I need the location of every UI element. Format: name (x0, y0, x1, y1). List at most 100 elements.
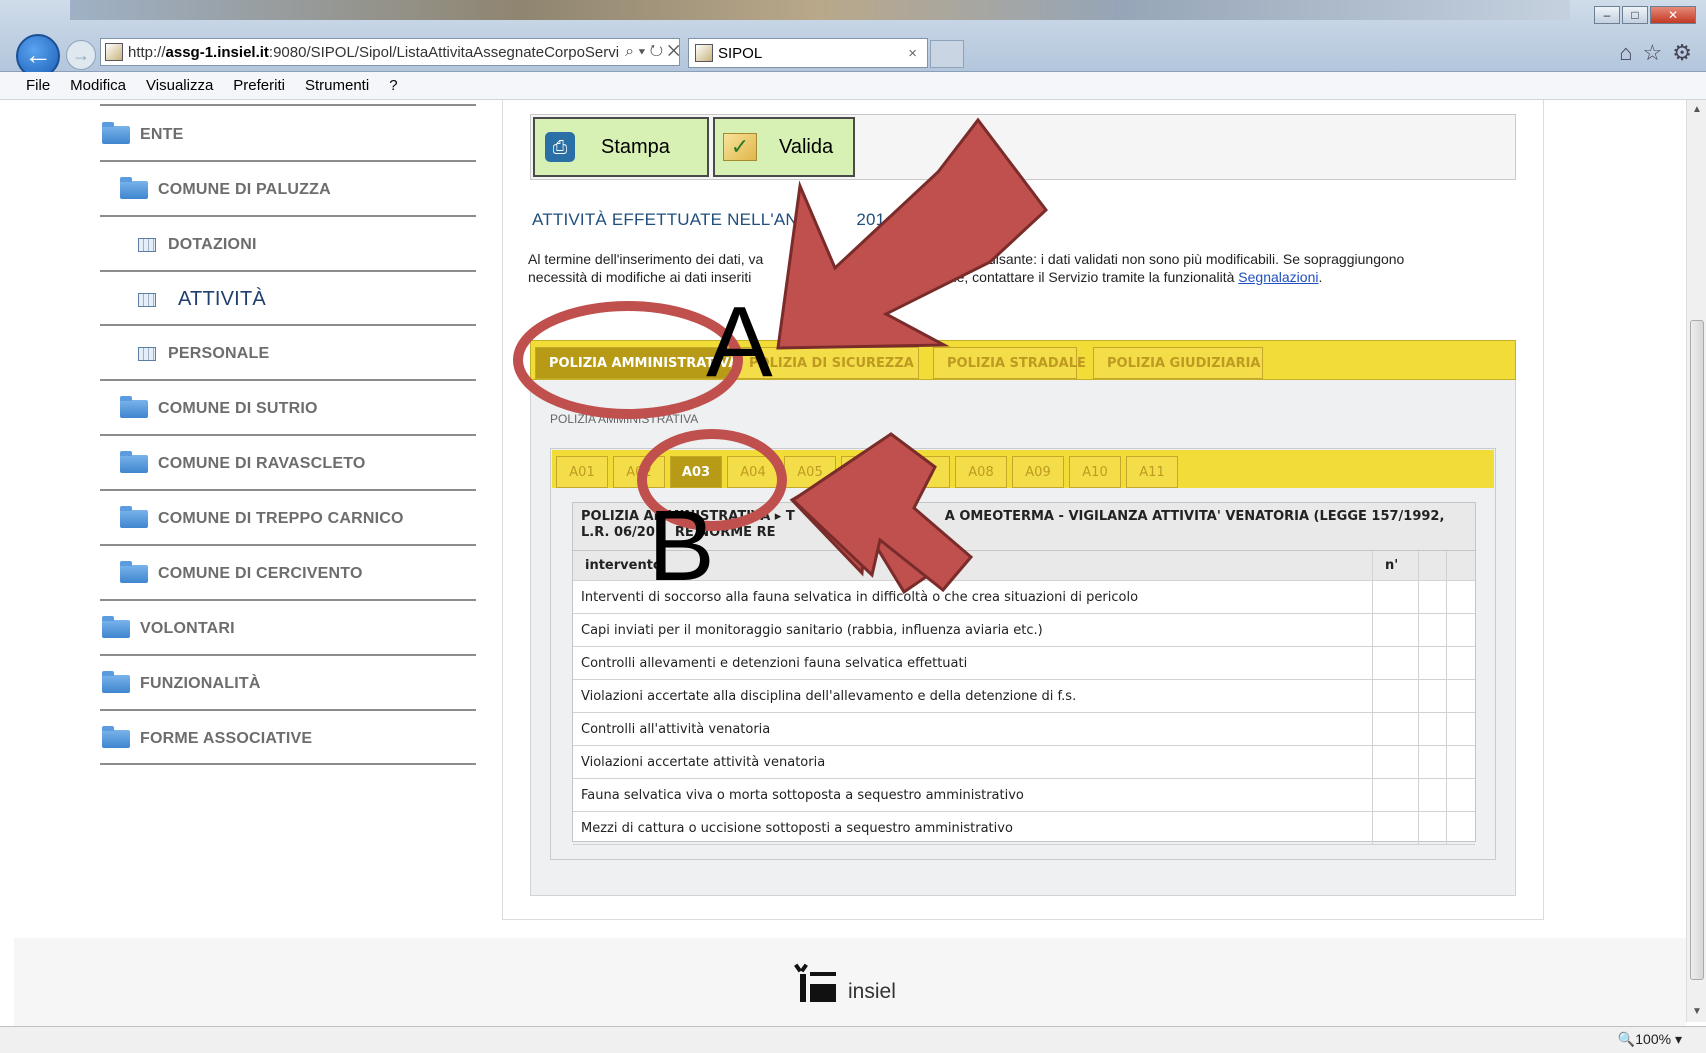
tab-title: SIPOL (718, 44, 763, 62)
page-title: ATTIVITÀ EFFETTUATE NELL'ANN 201 (532, 210, 885, 230)
sidebar-item-comune-cercivento[interactable]: COMUNE DI CERCIVENTO (120, 561, 363, 583)
segnalazioni-link[interactable]: Segnalazioni (1238, 269, 1318, 285)
menu-visualizza[interactable]: Visualizza (146, 77, 213, 94)
row-count-input[interactable] (1373, 713, 1419, 745)
sidebar-divider (100, 215, 476, 217)
subtab-a04[interactable]: A04 (727, 456, 779, 488)
row-cell (1419, 779, 1447, 811)
sidebar-item-funzionalita[interactable]: FUNZIONALITÀ (102, 671, 261, 693)
row-cell (1447, 713, 1475, 745)
sidebar-item-personale[interactable]: PERSONALE (138, 345, 269, 363)
tab-polizia-amministrativa[interactable]: POLIZIA AMMINISTRATIVA (535, 347, 738, 379)
tab-favicon-icon (695, 44, 713, 62)
sidebar-item-comune-ravascleto[interactable]: COMUNE DI RAVASCLETO (120, 451, 366, 473)
row-count-input[interactable] (1373, 779, 1419, 811)
print-icon: ⎙ (545, 132, 575, 162)
menu-strumenti[interactable]: Strumenti (305, 77, 369, 94)
browser-tab-sipol[interactable]: SIPOL × (688, 38, 928, 68)
scrollbar-thumb[interactable] (1690, 320, 1704, 980)
page-title-year: 201 (856, 210, 886, 229)
vertical-scrollbar[interactable]: ▲ ▼ (1686, 100, 1706, 1022)
browser-right-icons: ⌂ ☆ ⚙ (1619, 40, 1692, 66)
sidebar-item-ente[interactable]: ENTE (102, 122, 183, 144)
sidebar-item-label: VOLONTARI (140, 620, 235, 637)
row-intervento: Capi inviati per il monitoraggio sanitar… (573, 614, 1373, 646)
row-count-input[interactable] (1373, 647, 1419, 679)
sidebar-item-forme-associative[interactable]: FORME ASSOCIATIVE (102, 726, 312, 748)
tab-polizia-stradale[interactable]: POLIZIA STRADALE (933, 347, 1086, 379)
table-row: Violazioni accertate alla disciplina del… (573, 680, 1475, 713)
table-row: Violazioni accertate attività venatoria (573, 746, 1475, 779)
sidebar-divider (100, 104, 476, 106)
favorites-star-icon[interactable]: ☆ (1643, 40, 1663, 66)
sidebar-divider (100, 709, 476, 711)
sidebar-item-comune-treppo-carnico[interactable]: COMUNE DI TREPPO CARNICO (120, 506, 404, 528)
subtab-a11[interactable]: A11 (1126, 456, 1178, 488)
menu-preferiti[interactable]: Preferiti (233, 77, 285, 94)
row-count-input[interactable] (1373, 812, 1419, 844)
sidebar-divider (100, 270, 476, 272)
subtab-a07[interactable]: A07 (898, 456, 950, 488)
scroll-down-icon[interactable]: ▼ (1687, 1002, 1706, 1022)
subtab-a03[interactable]: A03 (670, 456, 722, 488)
maximize-icon[interactable]: □ (1622, 6, 1648, 24)
home-icon[interactable]: ⌂ (1619, 40, 1632, 66)
sidebar-divider (100, 324, 476, 326)
intro-line-2: necessità di modifiche ai dati inseriti a… (528, 269, 1323, 285)
address-controls[interactable]: ⌕ ▾ ↻ ✕ (619, 43, 679, 61)
settings-gear-icon[interactable]: ⚙ (1672, 40, 1692, 66)
forward-arrow-icon[interactable]: → (66, 40, 96, 70)
row-intervento: Fauna selvatica viva o morta sottoposta … (573, 779, 1373, 811)
subtab-a06[interactable]: A06 (841, 456, 893, 488)
subtab-a05[interactable]: A05 (784, 456, 836, 488)
grid-icon (138, 347, 156, 361)
sidebar-item-volontari[interactable]: VOLONTARI (102, 616, 235, 638)
row-count-input[interactable] (1373, 614, 1419, 646)
sidebar-divider (100, 434, 476, 436)
sidebar-divider (100, 489, 476, 491)
logo-text: insiel (848, 980, 896, 1003)
zoom-control[interactable]: 🔍100% ▾ (1618, 1031, 1682, 1048)
print-button[interactable]: ⎙ Stampa (533, 117, 709, 177)
subtab-a02[interactable]: A02 (613, 456, 665, 488)
sidebar-item-attivita[interactable]: ATTIVITÀ (138, 288, 266, 311)
minimize-icon[interactable]: – (1594, 6, 1620, 24)
row-count-input[interactable] (1373, 746, 1419, 778)
subtab-a10[interactable]: A10 (1069, 456, 1121, 488)
annotation-label-b: B (648, 490, 715, 602)
menu-modifica[interactable]: Modifica (70, 77, 126, 94)
row-cell (1447, 779, 1475, 811)
tab-polizia-giudiziaria[interactable]: POLIZIA GIUDIZIARIA (1093, 347, 1263, 379)
table-row: Controlli all'attività venatoria (573, 713, 1475, 746)
validate-button[interactable]: ✓ Valida (713, 117, 855, 177)
address-bar[interactable]: http://assg-1.insiel.it:9080/SIPOL/Sipol… (100, 38, 680, 66)
menu-help[interactable]: ? (389, 77, 397, 94)
subtab-a01[interactable]: A01 (556, 456, 608, 488)
row-cell (1447, 812, 1475, 844)
folder-icon (120, 506, 148, 528)
browser-window: ← → http://assg-1.insiel.it:9080/SIPOL/S… (0, 0, 1706, 1053)
row-count-input[interactable] (1373, 680, 1419, 712)
page-favicon-icon (105, 43, 123, 61)
sidebar-item-comune-paluzza[interactable]: COMUNE DI PALUZZA (120, 177, 331, 199)
table-title-b: T (785, 509, 795, 524)
row-cell (1419, 680, 1447, 712)
row-count-input[interactable] (1373, 581, 1419, 613)
subtab-a08[interactable]: A08 (955, 456, 1007, 488)
scroll-up-icon[interactable]: ▲ (1687, 100, 1706, 120)
sidebar-item-dotazioni[interactable]: DOTAZIONI (138, 236, 257, 254)
row-intervento: Controlli all'attività venatoria (573, 713, 1373, 745)
col-n-header: n' (1373, 551, 1419, 580)
table-row: Capi inviati per il monitoraggio sanitar… (573, 614, 1475, 647)
tab-close-icon[interactable]: × (908, 45, 917, 62)
zoom-icon: 🔍 (1617, 1031, 1636, 1047)
sidebar-divider (100, 654, 476, 656)
sidebar-item-comune-sutrio[interactable]: COMUNE DI SUTRIO (120, 396, 318, 418)
menu-file[interactable]: File (26, 77, 50, 94)
sidebar-item-label: COMUNE DI TREPPO CARNICO (158, 510, 404, 527)
subtab-a09[interactable]: A09 (1012, 456, 1064, 488)
new-tab-button[interactable] (930, 40, 964, 68)
table-title-d: L.R. 06/20 (581, 525, 655, 540)
window-close-icon[interactable]: ✕ (1650, 6, 1696, 24)
sidebar-item-label: DOTAZIONI (168, 236, 257, 253)
